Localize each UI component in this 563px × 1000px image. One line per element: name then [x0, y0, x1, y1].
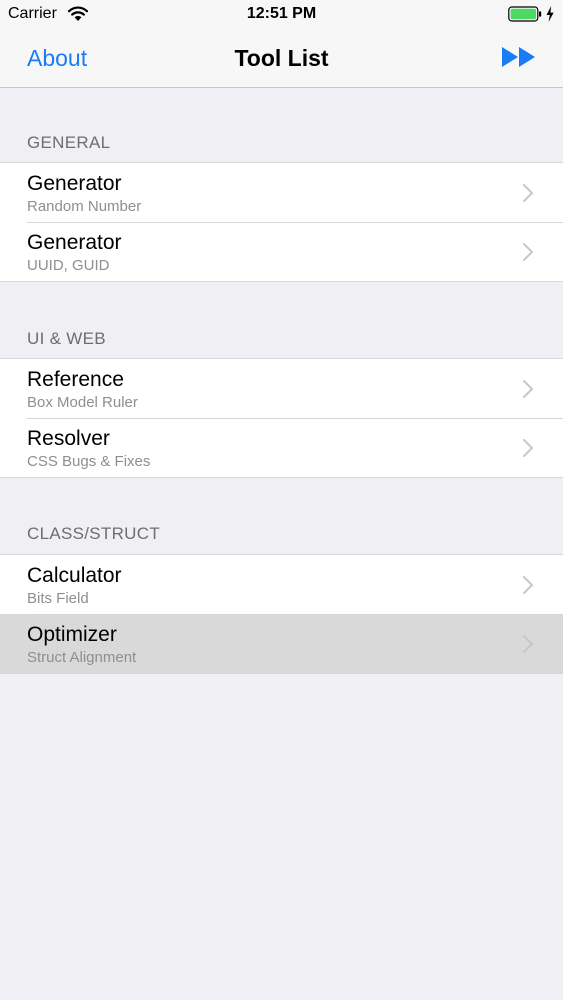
cell-subtitle: Struct Alignment: [27, 649, 137, 666]
battery-icon: [508, 6, 542, 22]
list-item[interactable]: Reference Box Model Ruler: [0, 359, 563, 418]
bolt-icon: [546, 6, 554, 22]
cell-title: Generator: [27, 231, 122, 254]
section-header-ui-web: UI & WEB: [27, 329, 106, 348]
cell-subtitle: CSS Bugs & Fixes: [27, 453, 151, 470]
page-title: Tool List: [234, 45, 329, 71]
list-item[interactable]: Calculator Bits Field: [0, 555, 563, 614]
section-header-general: GENERAL: [27, 133, 111, 152]
fast-forward-icon[interactable]: [500, 45, 538, 69]
cell-subtitle: Box Model Ruler: [27, 394, 138, 411]
cell-subtitle: Random Number: [27, 198, 142, 215]
chevron-right-icon: [523, 439, 533, 457]
chevron-right-icon: [523, 380, 533, 398]
chevron-right-icon: [523, 243, 533, 261]
navigation-bar: About Tool List: [0, 28, 563, 88]
chevron-right-icon: [523, 635, 533, 653]
section-general: Generator Random Number Generator UUID, …: [0, 162, 563, 282]
cell-title: Optimizer: [27, 623, 117, 646]
list-item[interactable]: Generator UUID, GUID: [0, 222, 563, 281]
cell-title: Resolver: [27, 427, 110, 450]
section-ui-web: Reference Box Model Ruler Resolver CSS B…: [0, 358, 563, 478]
section-class-struct: Calculator Bits Field Optimizer Struct A…: [0, 554, 563, 674]
status-bar: Carrier 12:51 PM: [0, 0, 563, 28]
clock-label: 12:51 PM: [246, 5, 317, 22]
list-item-selected[interactable]: Optimizer Struct Alignment: [0, 614, 563, 673]
cell-subtitle: Bits Field: [27, 590, 89, 607]
screen: Carrier 12:51 PM About Tool List GENERAL…: [0, 0, 563, 1000]
list-item[interactable]: Resolver CSS Bugs & Fixes: [0, 418, 563, 477]
section-header-class-struct: CLASS/STRUCT: [27, 524, 161, 543]
chevron-right-icon: [523, 576, 533, 594]
cell-title: Calculator: [27, 564, 122, 587]
chevron-right-icon: [523, 184, 533, 202]
cell-title: Generator: [27, 172, 122, 195]
cell-title: Reference: [27, 368, 124, 391]
cell-subtitle: UUID, GUID: [27, 257, 110, 274]
list-item[interactable]: Generator Random Number: [0, 163, 563, 222]
